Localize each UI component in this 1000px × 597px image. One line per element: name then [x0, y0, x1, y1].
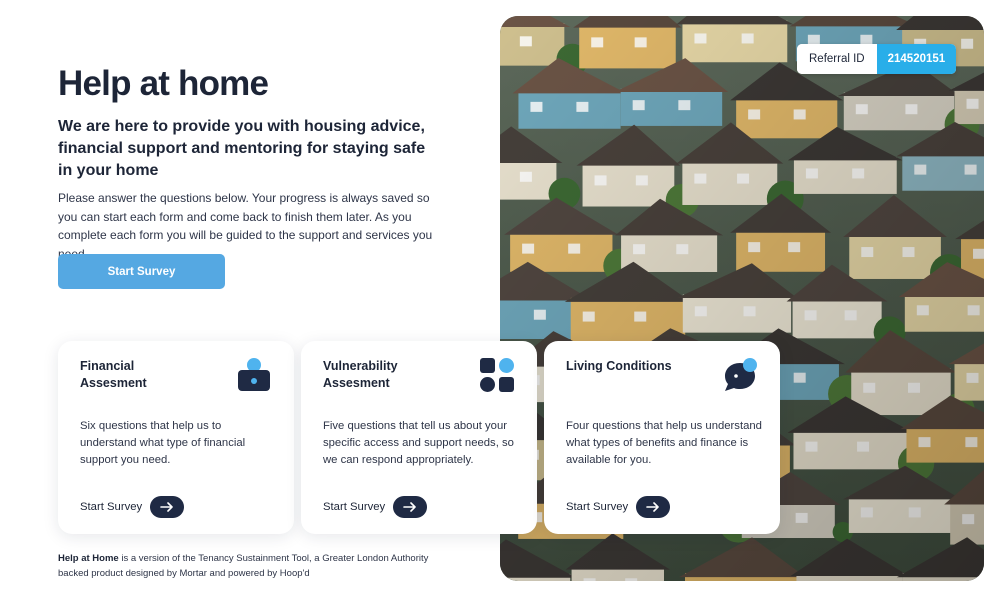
arrow-right-icon[interactable]: [393, 496, 428, 518]
card-description: Six questions that help us to understand…: [80, 420, 246, 466]
vulnerability-assessment-card: Vulnerability Assesment Five questions t…: [301, 341, 537, 534]
card-description: Five questions that tell us about your s…: [323, 420, 514, 466]
card-title: Living Conditions: [566, 359, 672, 373]
card-title: Financial Assesment: [80, 359, 147, 390]
financial-assessment-card: Financial Assesment Six questions that h…: [58, 341, 294, 534]
living-conditions-card: Living Conditions Four questions that he…: [544, 341, 780, 534]
card-title: Vulnerability Assesment: [323, 359, 398, 390]
card-description: Four questions that help us understand w…: [566, 420, 762, 466]
referral-id-value: 214520151: [876, 44, 957, 74]
start-survey-label: Start Survey: [566, 501, 629, 513]
arrow-right-icon[interactable]: [150, 496, 185, 518]
start-survey-button[interactable]: Start Survey: [58, 254, 225, 289]
start-survey-link[interactable]: Start Survey: [566, 496, 671, 518]
grid-icon: [480, 358, 514, 392]
intro-text: Please answer the questions below. Your …: [58, 191, 433, 261]
start-survey-label: Start Survey: [80, 501, 143, 513]
wallet-icon: [238, 358, 270, 391]
start-survey-link[interactable]: Start Survey: [80, 496, 185, 518]
start-survey-link[interactable]: Start Survey: [323, 496, 428, 518]
referral-id-label: Referral ID: [797, 44, 877, 74]
page-subtitle: We are here to provide you with housing …: [58, 118, 426, 179]
footer-note: Help at Home is a version of the Tenancy…: [58, 552, 458, 581]
page-title: Help at home: [58, 64, 269, 103]
arrow-right-icon[interactable]: [636, 496, 671, 518]
footer-brand: Help at Home: [58, 553, 119, 564]
chat-bubble-icon: [725, 358, 757, 391]
referral-id-badge: Referral ID 214520151: [797, 44, 957, 74]
start-survey-label: Start Survey: [323, 501, 386, 513]
